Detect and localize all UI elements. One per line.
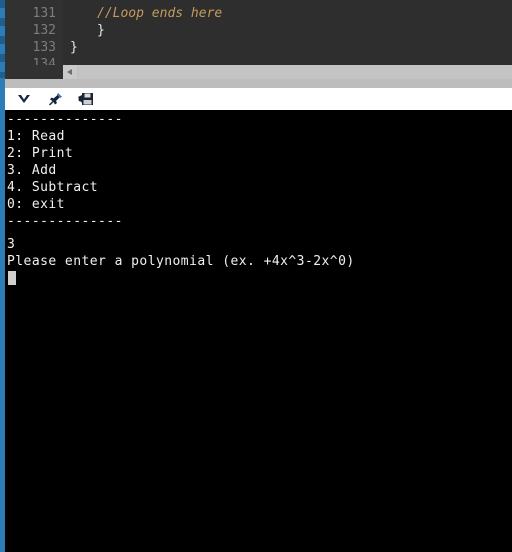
line-number: 134 — [32, 57, 56, 65]
console-line-separator-bottom: -------------- — [7, 214, 123, 229]
code-editor[interactable]: 131 132 133 134 //Loop ends here } } — [5, 0, 512, 65]
console-line-separator-top: -------------- — [7, 112, 123, 127]
console-menu-item-exit: 0: exit — [7, 197, 65, 212]
console-user-input-echo: 3 — [7, 237, 16, 252]
line-number: 133 — [32, 40, 56, 55]
console-text-cursor[interactable] — [8, 271, 16, 285]
code-text-area[interactable]: //Loop ends here } } — [63, 0, 512, 65]
console-menu-item-print: 2: Print — [7, 146, 74, 161]
console-menu-item-read: 1: Read — [7, 129, 65, 144]
scroll-left-button[interactable] — [63, 65, 77, 79]
chevron-down-icon[interactable] — [14, 90, 34, 108]
code-line-comment: //Loop ends here — [97, 6, 223, 21]
console-menu-item-subtract: 4. Subtract — [7, 180, 99, 195]
console-menu-item-add: 3. Add — [7, 163, 57, 178]
pin-icon[interactable] — [45, 90, 65, 108]
horizontal-scrollbar[interactable] — [63, 65, 512, 79]
scrollbar-thumb[interactable] — [79, 65, 512, 79]
line-number: 132 — [32, 23, 56, 38]
console-output-panel[interactable]: -------------- 1: Read 2: Print 3. Add 4… — [5, 110, 512, 552]
save-icon[interactable] — [76, 90, 96, 108]
panel-divider — [5, 79, 512, 88]
console-prompt-text: Please enter a polynomial (ex. +4x^3-2x^… — [7, 254, 355, 269]
code-line-brace: } — [70, 40, 78, 55]
console-toolbar — [5, 88, 512, 110]
application-window: 131 132 133 134 //Loop ends here } } ---… — [0, 0, 512, 552]
gutter-scrollbar-filler — [5, 65, 63, 79]
line-number: 131 — [32, 6, 56, 21]
line-number-gutter: 131 132 133 134 — [5, 0, 63, 65]
code-line-brace: } — [97, 23, 105, 38]
